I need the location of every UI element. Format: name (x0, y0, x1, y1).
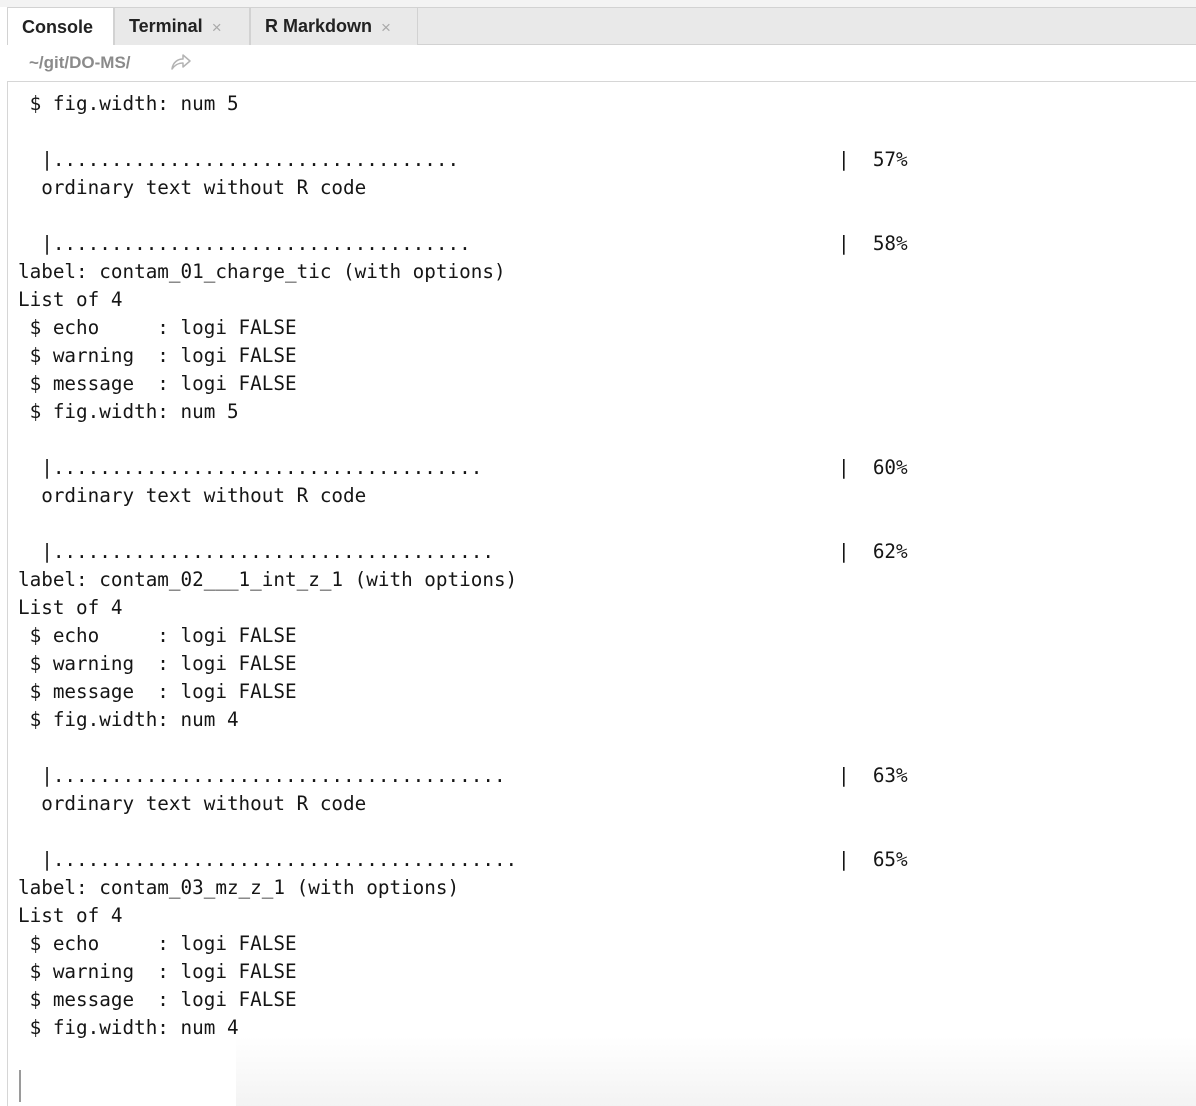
progress-bar-line: |..................................... (18, 456, 483, 479)
close-icon[interactable]: × (212, 18, 222, 38)
console-cursor[interactable] (19, 1070, 21, 1102)
progress-percent: | 62% (838, 540, 908, 563)
progress-percent: | 65% (838, 848, 908, 871)
console-line: $ message : logi FALSE (18, 680, 297, 703)
tab-console[interactable]: Console (7, 7, 114, 46)
progress-percent: | 63% (838, 764, 908, 787)
console-line: ordinary text without R code (18, 484, 367, 507)
go-to-directory-icon[interactable] (170, 53, 192, 71)
progress-percent: | 57% (838, 148, 908, 171)
console-line: List of 4 (18, 596, 123, 619)
console-line: ordinary text without R code (18, 792, 367, 815)
console-line: $ fig.width: num 4 (18, 1016, 239, 1039)
console-line: label: contam_03_mz_z_1 (with options) (18, 876, 460, 899)
tab-console-label: Console (22, 16, 94, 37)
tab-terminal[interactable]: Terminal × (114, 7, 250, 45)
progress-bar-line: |.......................................… (18, 848, 518, 871)
console-line: List of 4 (18, 904, 123, 927)
console-line: $ fig.width: num 5 (18, 92, 239, 115)
pane-tab-bar: Console Terminal × R Markdown × (7, 7, 1196, 46)
console-line: $ warning : logi FALSE (18, 960, 297, 983)
top-strip (0, 0, 1196, 7)
console-output[interactable]: $ fig.height: num 5 $ fig.width: num 5 |… (7, 82, 1196, 1106)
progress-percent: | 60% (838, 456, 908, 479)
console-line: $ echo : logi FALSE (18, 316, 297, 339)
console-line: List of 4 (18, 288, 123, 311)
close-icon[interactable]: × (381, 18, 391, 38)
console-line: $ echo : logi FALSE (18, 932, 297, 955)
progress-bar-line: |................................... (18, 148, 460, 171)
console-line: $ fig.width: num 4 (18, 708, 239, 731)
console-line: $ echo : logi FALSE (18, 624, 297, 647)
console-line: $ message : logi FALSE (18, 988, 297, 1011)
console-line: $ fig.width: num 5 (18, 400, 239, 423)
tab-r-markdown-label: R Markdown (265, 16, 373, 36)
working-directory-path: ~/git/DO-MS/ (29, 53, 131, 72)
console-line: $ warning : logi FALSE (18, 652, 297, 675)
working-directory-bar: ~/git/DO-MS/ (7, 45, 1196, 82)
console-line: label: contam_01_charge_tic (with option… (18, 260, 506, 283)
tab-r-markdown[interactable]: R Markdown × (250, 7, 418, 45)
console-line: ordinary text without R code (18, 176, 367, 199)
bottom-fade (236, 1036, 1196, 1106)
progress-percent: | 58% (838, 232, 908, 255)
console-line: label: contam_02___1_int_z_1 (with optio… (18, 568, 518, 591)
progress-bar-line: |.................................... (18, 232, 471, 255)
console-line: $ warning : logi FALSE (18, 344, 297, 367)
progress-bar-line: |....................................... (18, 764, 506, 787)
progress-bar-line: |...................................... (18, 540, 494, 563)
tab-terminal-label: Terminal (129, 16, 203, 36)
console-line: $ message : logi FALSE (18, 372, 297, 395)
